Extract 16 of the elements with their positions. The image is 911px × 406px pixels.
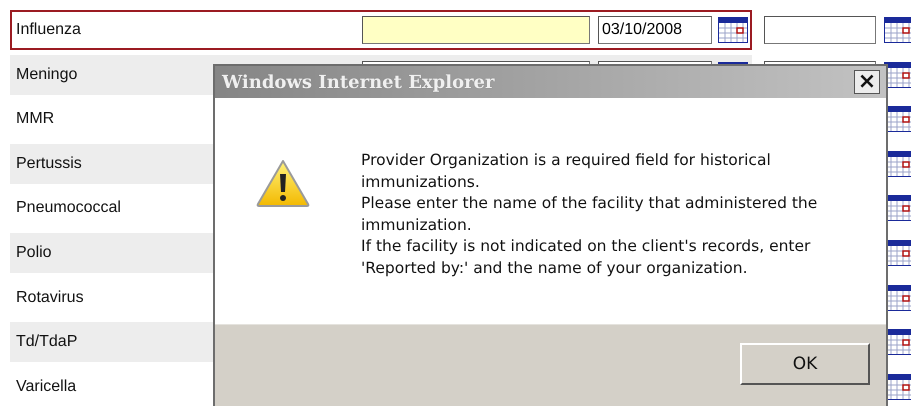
message-text: Provider Organization is a required field for historical immunizations. [361, 150, 772, 192]
vaccine-label: Td/TdaP [16, 333, 78, 350]
vaccine-label: Pertussis [16, 154, 82, 172]
vaccine-label: Varicella [16, 378, 76, 395]
close-button[interactable]: × [854, 70, 880, 94]
vaccine-label: Rotavirus [16, 288, 84, 306]
vaccine-label: Meningo [16, 66, 78, 83]
ok-button[interactable]: OK [740, 343, 870, 385]
vaccine-label: Polio [16, 244, 52, 261]
message-text: Please enter the name of the facility that administered the immunization. [361, 193, 818, 236]
dialog-title: Windows Internet Explorer [222, 72, 494, 92]
date-field[interactable]: 03/10/2008 [598, 16, 712, 44]
message-text: If the facility is not indicated on the client's records, enter 'Reported by:' and the name of your organization. [361, 236, 812, 278]
vaccine-label: MMR [16, 110, 54, 128]
vaccine-label: Pneumococcal [16, 199, 121, 216]
vaccine-label: Influenza [16, 21, 81, 38]
